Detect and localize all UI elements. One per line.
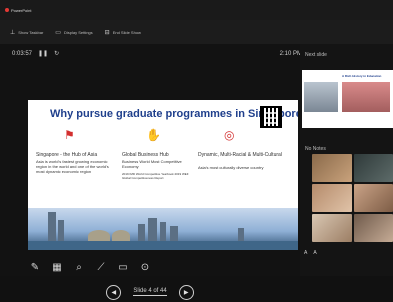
col2-text: Business World Most Competitive Economy bbox=[122, 159, 192, 169]
col2-heading: Global Business Hub bbox=[122, 152, 169, 158]
timer-row: 0:03:57 ❚❚ ↻ 2:10 PM bbox=[12, 50, 302, 57]
col1-heading: Singapore - the Hub of Asia bbox=[36, 152, 97, 158]
zoom-icon[interactable]: ⌕ bbox=[72, 260, 86, 274]
presenter-stage: 0:03:57 ❚❚ ↻ 2:10 PM Why pursue graduate… bbox=[0, 44, 300, 276]
end-slide-show-button[interactable]: ⊟ End Slide Show bbox=[105, 29, 141, 36]
zoom-in-notes-button[interactable]: A bbox=[313, 250, 316, 256]
globe-icon: ◎ bbox=[224, 128, 234, 142]
window-titlebar: PowerPoint bbox=[0, 0, 393, 20]
display-icon: ▭ bbox=[55, 29, 61, 36]
col3-heading: Dynamic, Multi-Racial & Multi-Cultural bbox=[198, 152, 293, 158]
participant-video bbox=[354, 214, 393, 242]
slide-tools: ✎ ▦ ⌕ ⟋ ▭ ⊙ bbox=[28, 260, 168, 274]
slide-counter[interactable]: Slide 4 of 44 bbox=[133, 288, 166, 296]
elapsed-timer: 0:03:57 bbox=[12, 51, 32, 57]
window-title: PowerPoint bbox=[11, 8, 31, 13]
participant-video-grid bbox=[312, 154, 393, 242]
current-slide[interactable]: Why pursue graduate programmes in Singap… bbox=[28, 100, 298, 250]
taskbar-icon: ⊥ bbox=[10, 29, 15, 36]
participant-video bbox=[354, 184, 393, 212]
col2-note: 2019 IMD World Competitive Yearbook 2019… bbox=[122, 172, 192, 180]
previous-slide-button[interactable]: ◀ bbox=[106, 285, 121, 300]
next-slide-image bbox=[342, 82, 390, 112]
next-slide-label: Next slide bbox=[305, 52, 327, 58]
handshake-icon: ✋ bbox=[146, 128, 161, 142]
app-icon bbox=[5, 8, 9, 12]
display-settings-button[interactable]: ▭ Display Settings bbox=[55, 29, 92, 36]
next-slide-preview[interactable]: A Rich History in Education bbox=[302, 70, 393, 128]
end-slide-show-label: End Slide Show bbox=[113, 30, 141, 35]
next-slide-button[interactable]: ▶ bbox=[179, 285, 194, 300]
flag-icon: ⚑ bbox=[64, 128, 75, 142]
pen-tool-icon[interactable]: ✎ bbox=[28, 260, 42, 274]
next-slide-title: A Rich History in Education bbox=[342, 74, 381, 78]
pause-timer-button[interactable]: ❚❚ bbox=[38, 50, 48, 57]
slide-navigation: ◀ Slide 4 of 44 ▶ bbox=[0, 282, 300, 302]
black-screen-icon[interactable]: ▭ bbox=[116, 260, 130, 274]
participant-video bbox=[312, 214, 352, 242]
notes-label: No Notes bbox=[305, 146, 326, 152]
col1-text: Asia is world's fastest growing economic… bbox=[36, 159, 116, 174]
end-show-icon: ⊟ bbox=[105, 29, 110, 36]
presenter-toolbar: ⊥ Show Taskbar ▭ Display Settings ⊟ End … bbox=[0, 20, 393, 44]
clock: 2:10 PM bbox=[280, 51, 302, 57]
skyline-image bbox=[28, 208, 298, 250]
right-panel: Next slide A Rich History in Education N… bbox=[300, 44, 393, 276]
qr-code bbox=[260, 106, 282, 128]
col3-text: Asia's most culturally diverse country bbox=[198, 165, 293, 170]
participant-video bbox=[312, 154, 352, 182]
show-taskbar-label: Show Taskbar bbox=[18, 30, 43, 35]
show-taskbar-button[interactable]: ⊥ Show Taskbar bbox=[10, 29, 43, 36]
laser-pointer-icon[interactable]: ⟋ bbox=[94, 260, 108, 274]
participant-video bbox=[312, 184, 352, 212]
more-options-icon[interactable]: ⊙ bbox=[138, 260, 152, 274]
restart-timer-button[interactable]: ↻ bbox=[54, 50, 59, 57]
participant-video bbox=[354, 154, 393, 182]
zoom-out-notes-button[interactable]: A bbox=[304, 250, 307, 256]
notes-zoom: A A bbox=[304, 250, 317, 256]
next-slide-image bbox=[304, 82, 338, 112]
see-all-slides-icon[interactable]: ▦ bbox=[50, 260, 64, 274]
display-settings-label: Display Settings bbox=[64, 30, 93, 35]
